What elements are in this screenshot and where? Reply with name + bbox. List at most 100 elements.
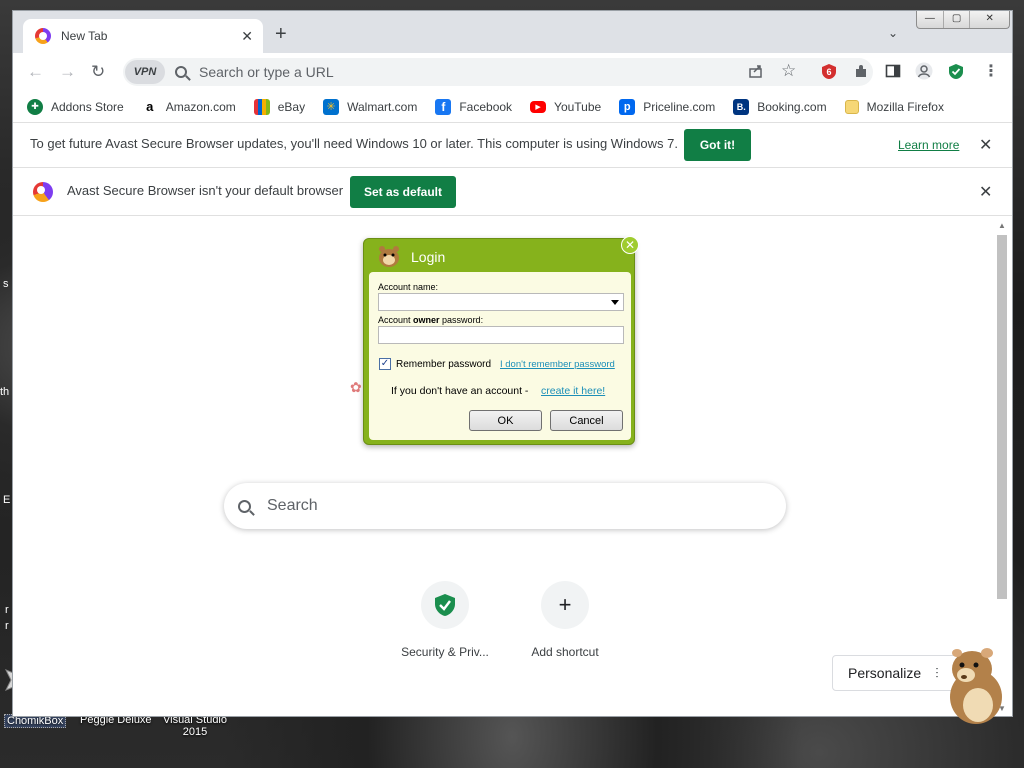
- ebay-icon: [253, 98, 270, 115]
- addons-store-icon: ✚: [27, 98, 43, 115]
- bookmark-ebay[interactable]: eBay: [253, 98, 306, 115]
- security-shield-icon[interactable]: [948, 63, 964, 80]
- create-account-link[interactable]: create it here!: [541, 385, 605, 397]
- desktop-edge-text: s: [3, 278, 9, 290]
- bookmark-label: Mozilla Firefox: [866, 99, 944, 114]
- walmart-icon: ✳: [323, 98, 340, 115]
- back-button[interactable]: ←: [27, 62, 44, 82]
- bookmark-facebook[interactable]: f Facebook: [435, 98, 513, 115]
- forward-button[interactable]: →: [59, 62, 76, 82]
- toolbar: ← → ↻ VPN Search or type a URL ☆ 6 ⋮: [13, 53, 1012, 91]
- remember-password-checkbox[interactable]: ✓: [379, 358, 391, 370]
- account-name-dropdown[interactable]: [378, 293, 624, 311]
- desktop-edge-text: r: [5, 620, 9, 632]
- login-dialog: Login ✕ Account name: Account owner pass…: [363, 236, 639, 445]
- svg-text:6: 6: [826, 67, 831, 77]
- shortcut-label: Add shortcut: [531, 645, 599, 659]
- ntp-search-box[interactable]: Search: [224, 483, 786, 529]
- update-infobar-text: To get future Avast Secure Browser updat…: [30, 136, 678, 151]
- search-icon: [238, 499, 251, 513]
- booking-icon: B.: [733, 98, 750, 115]
- account-name-label: Account name:: [378, 282, 439, 292]
- scrollbar[interactable]: ▲ ▼: [996, 221, 1008, 713]
- default-browser-infobar: Avast Secure Browser isn't your default …: [13, 168, 1012, 216]
- tab-strip: New Tab ✕ + ⌄ — ▢ ✕: [13, 11, 1012, 53]
- priceline-icon: p: [619, 98, 636, 115]
- bookmark-label: Priceline.com: [643, 99, 716, 114]
- window-controls: — ▢ ✕: [916, 11, 1010, 29]
- scroll-up-icon[interactable]: ▲: [998, 221, 1006, 230]
- shortcut-security-privacy[interactable]: Security & Priv...: [389, 581, 501, 659]
- bookmark-label: eBay: [277, 99, 306, 114]
- tab-title: New Tab: [61, 29, 108, 43]
- omnibox-placeholder: Search or type a URL: [199, 64, 334, 80]
- bookmark-label: Amazon.com: [165, 99, 236, 114]
- bookmark-booking[interactable]: B. Booking.com: [733, 98, 827, 115]
- profile-avatar-icon[interactable]: [915, 62, 933, 80]
- learn-more-link[interactable]: Learn more: [898, 138, 959, 152]
- share-icon[interactable]: [748, 63, 764, 79]
- default-browser-text: Avast Secure Browser isn't your default …: [67, 183, 344, 198]
- shield-check-icon: [435, 594, 455, 616]
- bookmark-label: Facebook: [459, 99, 513, 114]
- scroll-thumb[interactable]: [997, 235, 1007, 599]
- bookmark-youtube[interactable]: ▶ YouTube: [530, 100, 601, 114]
- menu-kebab-icon[interactable]: ⋮: [983, 61, 999, 81]
- youtube-icon: ▶: [530, 100, 547, 113]
- bookmark-amazon[interactable]: a Amazon.com: [141, 98, 236, 115]
- desktop-icon-visual-studio[interactable]: Visual Studio 2015: [160, 714, 230, 738]
- hamster-mascot-icon: [950, 648, 1002, 724]
- bookmark-label: YouTube: [554, 99, 602, 114]
- dialog-close-icon[interactable]: ✕: [621, 236, 639, 254]
- tab-close-icon[interactable]: ✕: [241, 28, 253, 45]
- plus-icon: +: [558, 592, 572, 617]
- tab-search-chevron-icon[interactable]: ⌄: [888, 26, 898, 40]
- cancel-button[interactable]: Cancel: [550, 410, 623, 431]
- desktop-icon-row: ChomikBox Peggle Deluxe Visual Studio 20…: [0, 714, 1024, 768]
- bookmark-label: Addons Store: [51, 99, 124, 114]
- extensions-puzzle-icon[interactable]: [853, 63, 869, 79]
- bookmark-addons-store[interactable]: ✚ Addons Store: [27, 98, 124, 115]
- ok-button[interactable]: OK: [469, 410, 542, 431]
- close-icon[interactable]: ✕: [979, 135, 992, 155]
- got-it-button[interactable]: Got it!: [684, 129, 751, 161]
- personalize-label: Personalize: [848, 665, 922, 681]
- bookmark-star-icon[interactable]: ☆: [781, 61, 796, 81]
- bookmark-folder-mozilla-firefox[interactable]: Mozilla Firefox: [844, 99, 944, 114]
- search-icon: [175, 66, 187, 78]
- chevron-down-icon: [611, 300, 619, 305]
- close-window-button[interactable]: ✕: [970, 11, 1009, 28]
- avast-browser-icon: [35, 28, 51, 44]
- tab-new-tab[interactable]: New Tab ✕: [23, 19, 263, 53]
- new-tab-button[interactable]: +: [275, 23, 287, 46]
- reload-button[interactable]: ↻: [91, 62, 105, 82]
- doodle-flower-icon: ✿: [350, 379, 362, 395]
- no-account-text: If you don't have an account -: [391, 385, 529, 397]
- bookmark-priceline[interactable]: p Priceline.com: [619, 98, 716, 115]
- password-label: Account owner password:: [378, 315, 484, 325]
- close-icon[interactable]: ✕: [979, 182, 992, 202]
- remember-password-label: Remember password: [396, 359, 492, 370]
- desktop-edge-text: E: [3, 494, 11, 506]
- bookmark-walmart[interactable]: ✳ Walmart.com: [323, 98, 417, 115]
- avast-browser-icon: [33, 182, 53, 202]
- minimize-button[interactable]: —: [917, 11, 944, 28]
- add-shortcut-button[interactable]: + Add shortcut: [509, 581, 621, 659]
- set-as-default-button[interactable]: Set as default: [350, 176, 456, 208]
- desktop-edge-text: r: [5, 604, 9, 616]
- dialog-body: Account name: Account owner password: ✓ …: [369, 272, 631, 440]
- shortcut-label: Security & Priv...: [401, 645, 489, 659]
- password-field[interactable]: [378, 326, 624, 344]
- vpn-button[interactable]: VPN: [125, 60, 165, 84]
- bookmarks-bar: ✚ Addons Store a Amazon.com eBay ✳ Walma…: [13, 91, 1012, 123]
- adblock-shield-icon[interactable]: 6: [821, 63, 837, 80]
- sidebar-icon[interactable]: [885, 63, 901, 79]
- shortcut-icon-circle: [421, 581, 469, 629]
- ntp-search-placeholder: Search: [267, 497, 318, 514]
- bookmark-label: Booking.com: [757, 99, 827, 114]
- maximize-button[interactable]: ▢: [944, 11, 971, 28]
- forgot-password-link[interactable]: I don't remember password: [500, 359, 615, 370]
- folder-icon: [844, 99, 859, 114]
- desktop-edge-text: th: [0, 386, 10, 398]
- amazon-icon: a: [141, 98, 158, 115]
